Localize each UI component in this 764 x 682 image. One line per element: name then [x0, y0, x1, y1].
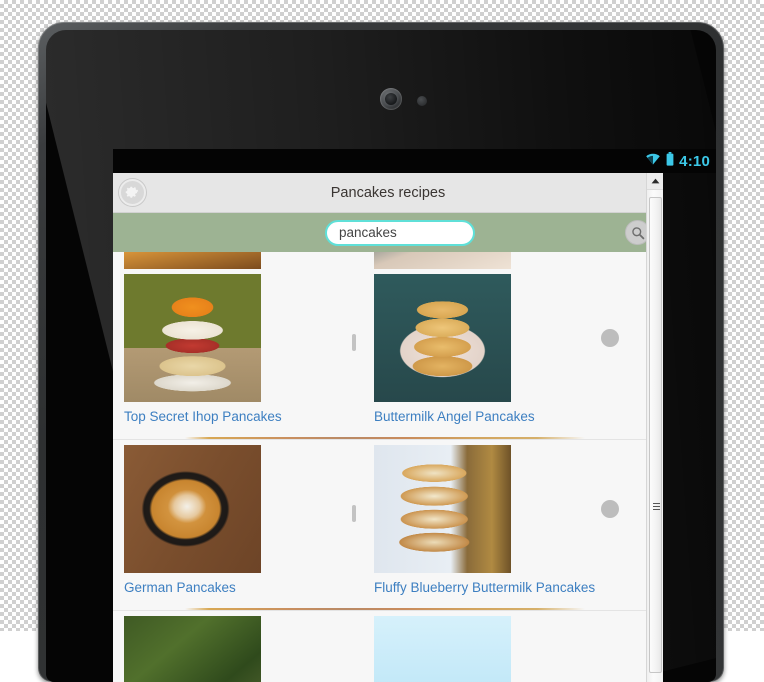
app-title-bar: Pancakes recipes — [113, 173, 663, 213]
recipe-row: German Pancakes Fluffy Blueberry Butterm… — [113, 440, 663, 595]
search-input[interactable] — [325, 220, 475, 246]
recipe-title-link[interactable]: Fluffy Blueberry Buttermilk Pancakes — [374, 580, 613, 595]
column-handle[interactable] — [352, 334, 356, 351]
recipe-thumbnail[interactable] — [124, 616, 261, 682]
search-bar — [113, 213, 663, 252]
gear-icon — [125, 185, 140, 200]
recipe-card[interactable] — [113, 616, 363, 682]
page-title: Pancakes recipes — [331, 185, 445, 201]
recipe-app-window: Pancakes recipes — [113, 173, 663, 682]
tablet-device: 4:10 Pancakes recipes — [38, 22, 724, 682]
recipe-thumbnail[interactable] — [374, 252, 511, 269]
front-camera-icon — [380, 88, 402, 110]
scroll-up-button[interactable] — [647, 173, 663, 190]
recipe-thumbnail[interactable] — [124, 445, 261, 573]
partial-row-bottom — [113, 611, 663, 682]
search-icon — [631, 226, 645, 240]
recipe-card[interactable]: Fluffy Blueberry Buttermilk Pancakes — [363, 445, 613, 595]
recipe-thumbnail[interactable] — [374, 616, 511, 682]
recipe-card[interactable]: Buttermilk Angel Pancakes — [363, 274, 613, 424]
camera-lens — [385, 93, 397, 105]
row-scroll-indicator[interactable] — [601, 329, 619, 347]
vertical-scrollbar[interactable] — [646, 173, 663, 682]
row-divider — [113, 600, 663, 611]
row-scroll-indicator[interactable] — [601, 500, 619, 518]
recipe-card[interactable]: Top Secret Ihop Pancakes — [113, 274, 363, 424]
android-status-bar: 4:10 — [113, 149, 716, 173]
recipe-row: Top Secret Ihop Pancakes Buttermilk Ange… — [113, 269, 663, 424]
recipe-thumbnail[interactable] — [124, 252, 261, 269]
light-sensor-icon — [417, 96, 427, 106]
grip-lines-icon — [653, 503, 660, 510]
recipe-title-link[interactable]: German Pancakes — [124, 580, 363, 595]
tablet-screen-glass: 4:10 Pancakes recipes — [46, 30, 716, 682]
search-results-list[interactable]: Top Secret Ihop Pancakes Buttermilk Ange… — [113, 252, 663, 682]
column-handle[interactable] — [352, 505, 356, 522]
wifi-icon — [645, 152, 661, 170]
recipe-title-link[interactable]: Top Secret Ihop Pancakes — [124, 409, 363, 424]
recipe-card[interactable] — [363, 616, 613, 682]
recipe-thumbnail[interactable] — [124, 274, 261, 402]
chevron-up-icon — [651, 178, 660, 184]
battery-icon — [666, 152, 674, 171]
recipe-thumbnail[interactable] — [374, 274, 511, 402]
scrollbar-thumb[interactable] — [649, 197, 662, 673]
status-clock: 4:10 — [679, 154, 710, 169]
recipe-thumbnail[interactable] — [374, 445, 511, 573]
recipe-title-link[interactable]: Buttermilk Angel Pancakes — [374, 409, 613, 424]
settings-button[interactable] — [119, 179, 146, 206]
recipe-card[interactable]: German Pancakes — [113, 445, 363, 595]
partial-row-top — [113, 252, 663, 269]
row-divider — [113, 429, 663, 440]
